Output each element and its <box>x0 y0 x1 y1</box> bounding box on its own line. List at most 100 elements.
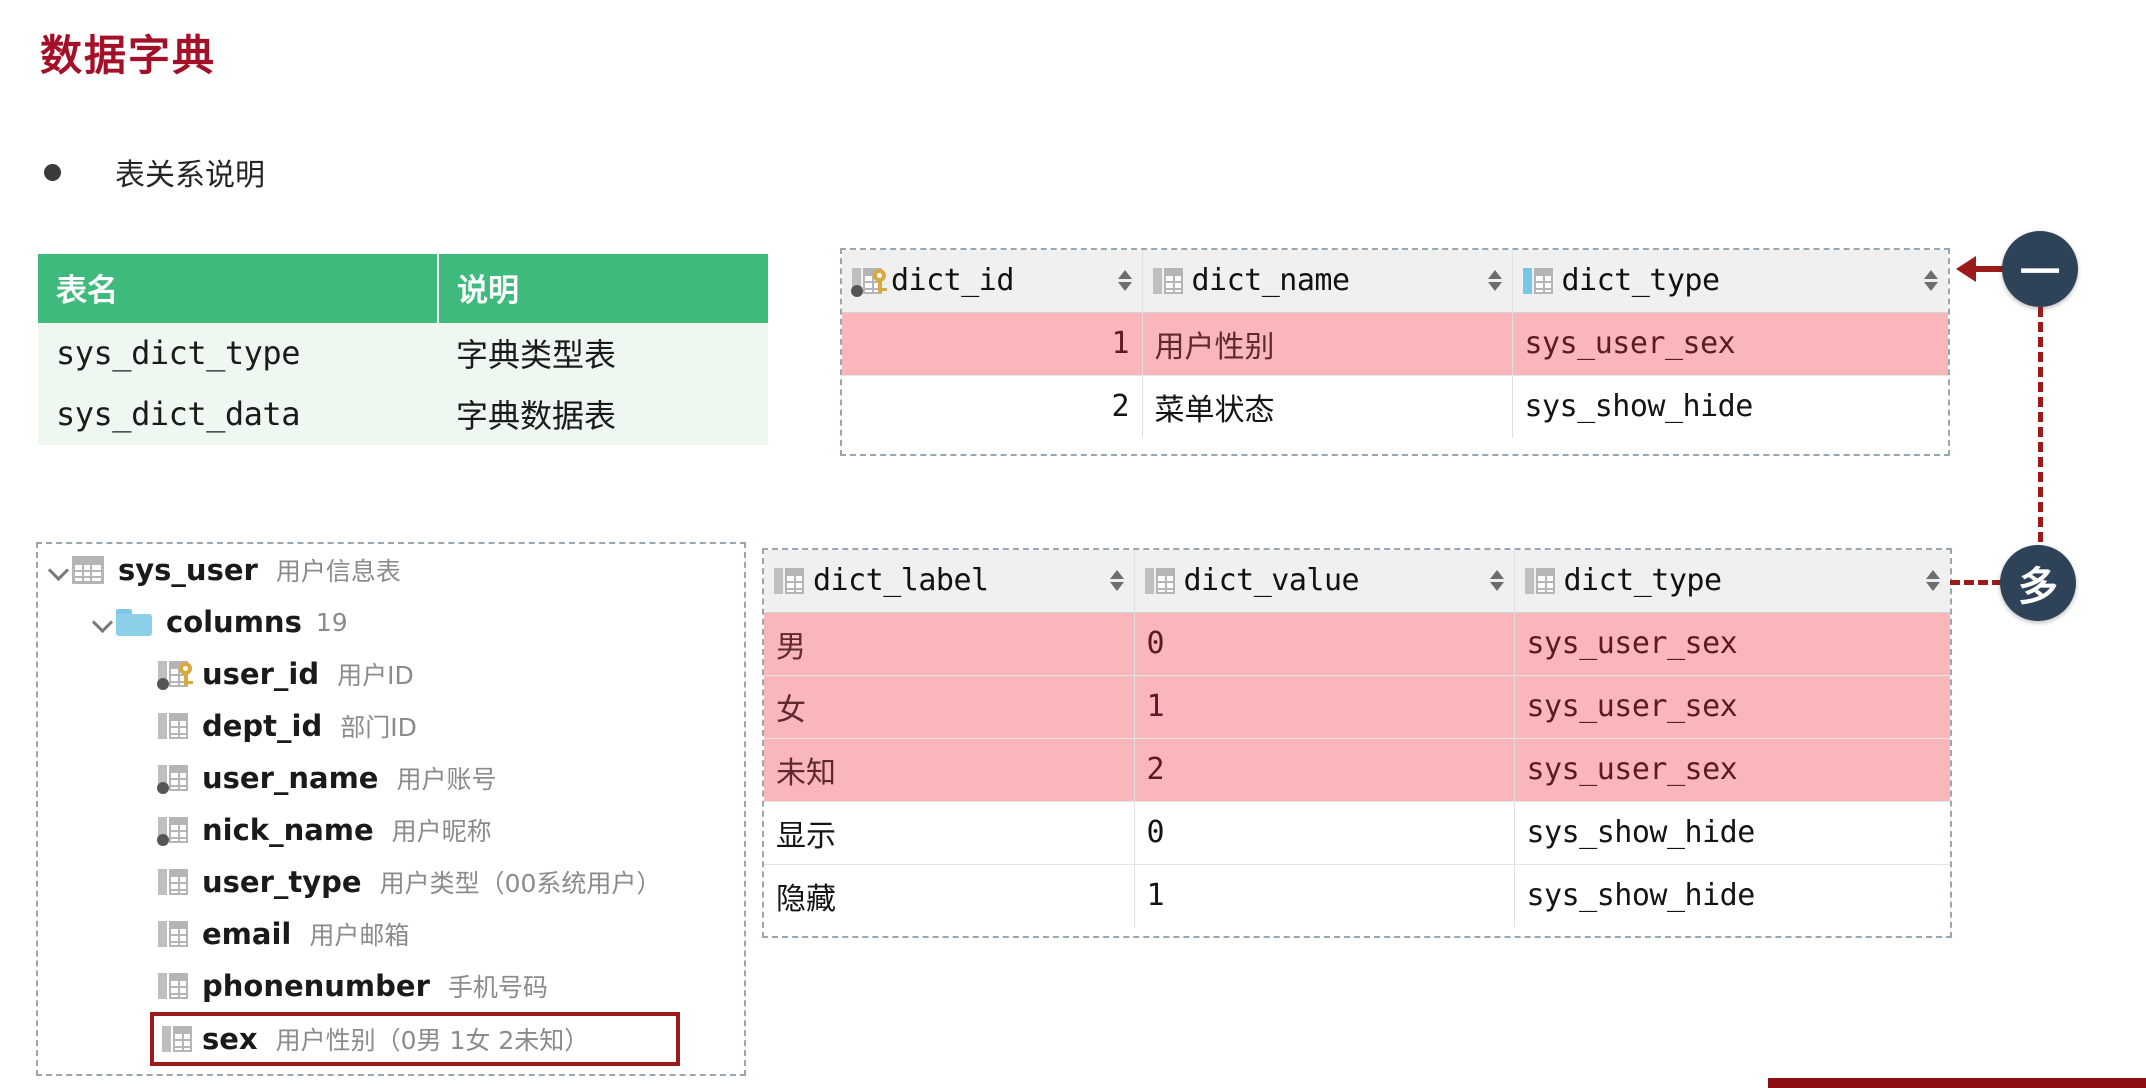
dict-type-header-row: dict_id dict_name dict_type <box>842 250 1948 313</box>
legend-table-name: sys_dict_data <box>38 384 438 445</box>
tree-node-count: 19 <box>315 607 348 637</box>
relation-connector-branch <box>1950 580 2002 585</box>
cell-dict-name: 菜单状态 <box>1141 375 1512 438</box>
cell-dict-id: 2 <box>842 375 1142 438</box>
table-legend-header-desc: 说明 <box>438 254 768 323</box>
sort-toggle-icon[interactable] <box>1924 270 1938 292</box>
relation-one-label: 一 <box>2020 250 2060 296</box>
column-header-dict-value[interactable]: dict_value <box>1133 550 1514 613</box>
tree-node-label: columns <box>166 605 302 639</box>
column-icon <box>1152 266 1183 296</box>
relation-arrow-head-icon <box>1956 256 1976 282</box>
sort-toggle-icon[interactable] <box>1489 570 1504 592</box>
tree-node-user-name[interactable]: user_name 用户账号 <box>38 752 744 804</box>
table-legend-header-row: 表名 说明 <box>38 254 768 323</box>
table-row: sys_dict_data 字典数据表 <box>38 384 768 445</box>
cell-dict-value: 1 <box>1133 864 1514 927</box>
tree-node-sex[interactable]: sex 用户性别（0男 1女 2未知） <box>150 1012 680 1066</box>
dict-data-grid[interactable]: dict_label dict_value dict_type 男 0 sys_… <box>762 548 1952 938</box>
table-row[interactable]: 2 菜单状态 sys_show_hide <box>842 375 1948 438</box>
table-row[interactable]: 女 1 sys_user_sex <box>764 675 1950 739</box>
column-header-dict-name[interactable]: dict_name <box>1141 250 1512 313</box>
table-row[interactable]: 隐藏 1 sys_show_hide <box>764 864 1950 927</box>
tree-node-desc: 用户类型（00系统用户） <box>379 869 662 898</box>
bullet-dot-icon <box>44 163 61 181</box>
tree-node-columns[interactable]: columns 19 <box>38 596 744 648</box>
column-header-dict-id[interactable]: dict_id <box>842 250 1142 313</box>
column-header-dict-label[interactable]: dict_label <box>764 550 1134 613</box>
tree-node-phonenumber[interactable]: phonenumber 手机号码 <box>38 960 744 1012</box>
column-icon <box>158 867 188 897</box>
column-blue-icon <box>1522 266 1553 296</box>
tree-node-desc: 用户昵称 <box>391 817 492 846</box>
table-row[interactable]: 未知 2 sys_user_sex <box>764 738 1950 802</box>
table-row[interactable]: 显示 0 sys_show_hide <box>764 801 1950 865</box>
column-icon <box>158 711 188 741</box>
cell-dict-value: 2 <box>1133 738 1514 802</box>
cell-dict-label: 女 <box>764 675 1134 739</box>
legend-table-desc: 字典数据表 <box>438 384 768 445</box>
cell-dict-type: sys_user_sex <box>1513 738 1950 802</box>
tree-node-nick-name[interactable]: nick_name 用户昵称 <box>38 804 744 856</box>
tree-node-user-id[interactable]: user_id 用户ID <box>38 648 744 700</box>
cell-dict-name: 用户性别 <box>1141 312 1512 376</box>
tree-node-label: user_type <box>202 865 362 899</box>
tree-node-label: sys_user <box>118 553 258 587</box>
dict-type-table: dict_id dict_name dict_type 1 用户性别 sys_u… <box>842 250 1948 438</box>
column-header-label: dict_value <box>1183 563 1360 599</box>
cell-dict-value: 1 <box>1133 675 1514 739</box>
tree-node-label: phonenumber <box>202 969 430 1003</box>
tree-node-email[interactable]: email 用户邮箱 <box>38 908 744 960</box>
column-header-dict-type[interactable]: dict_type <box>1513 550 1950 613</box>
tree-node-label: email <box>202 917 292 951</box>
bullet-label: 表关系说明 <box>115 158 265 193</box>
dict-data-header-row: dict_label dict_value dict_type <box>764 550 1950 613</box>
cell-dict-type: sys_show_hide <box>1511 375 1948 438</box>
tree-node-desc: 用户信息表 <box>275 557 401 586</box>
table-legend-header-name: 表名 <box>38 254 439 323</box>
column-header-label: dict_id <box>891 263 1014 299</box>
tree-node-dept-id[interactable]: dept_id 部门ID <box>38 700 744 752</box>
tree-node-desc: 部门ID <box>340 713 417 742</box>
tree-node-label: user_name <box>202 761 379 795</box>
column-header-dict-type[interactable]: dict_type <box>1511 250 1948 313</box>
tree-node-label: user_id <box>202 657 320 691</box>
tree-node-user-type[interactable]: user_type 用户类型（00系统用户） <box>38 856 744 908</box>
sort-toggle-icon[interactable] <box>1117 270 1132 292</box>
sort-toggle-icon[interactable] <box>1487 270 1502 292</box>
column-icon <box>1524 566 1555 596</box>
legend-table-desc: 字典类型表 <box>438 323 768 384</box>
table-row: sys_dict_type 字典类型表 <box>38 323 768 384</box>
chevron-down-icon[interactable] <box>90 609 116 635</box>
column-header-label: dict_type <box>1563 563 1723 599</box>
chevron-down-icon[interactable] <box>46 557 72 583</box>
sort-toggle-icon[interactable] <box>1109 570 1124 592</box>
dict-type-grid[interactable]: dict_id dict_name dict_type 1 用户性别 sys_u… <box>840 248 1950 456</box>
table-row[interactable]: 1 用户性别 sys_user_sex <box>842 312 1948 376</box>
column-icon <box>158 971 188 1001</box>
column-dot-icon <box>157 815 188 846</box>
folder-icon <box>116 608 152 636</box>
column-key-icon <box>157 659 193 690</box>
page-title: 数据字典 <box>40 31 217 80</box>
cell-dict-type: sys_show_hide <box>1513 801 1950 865</box>
sys-user-tree-panel[interactable]: sys_user 用户信息表 columns 19 user_id 用户ID d… <box>36 542 746 1076</box>
tree-node-label: dept_id <box>202 709 323 743</box>
tree-node-desc: 用户邮箱 <box>309 921 410 950</box>
relation-connector-line <box>2038 307 2043 557</box>
slide-canvas: 数据字典 表关系说明 表名 说明 sys_dict_type 字典类型表 sys… <box>0 0 2146 1088</box>
bullet-item: 表关系说明 <box>44 150 265 194</box>
relation-many-badge: 多 <box>2000 545 2076 621</box>
cell-dict-type: sys_show_hide <box>1513 864 1950 927</box>
cell-dict-label: 男 <box>764 612 1134 676</box>
column-dot-icon <box>157 763 188 794</box>
cell-dict-label: 未知 <box>764 738 1134 802</box>
tree-node-sys-user[interactable]: sys_user 用户信息表 <box>38 544 744 596</box>
column-icon <box>162 1024 192 1054</box>
sort-toggle-icon[interactable] <box>1926 570 1940 592</box>
tree-node-desc: 手机号码 <box>447 973 548 1002</box>
cell-dict-type: sys_user_sex <box>1513 675 1950 739</box>
column-header-label: dict_label <box>813 563 989 599</box>
table-row[interactable]: 男 0 sys_user_sex <box>764 612 1950 676</box>
tree-node-desc: 用户性别（0男 1女 2未知） <box>275 1026 590 1055</box>
